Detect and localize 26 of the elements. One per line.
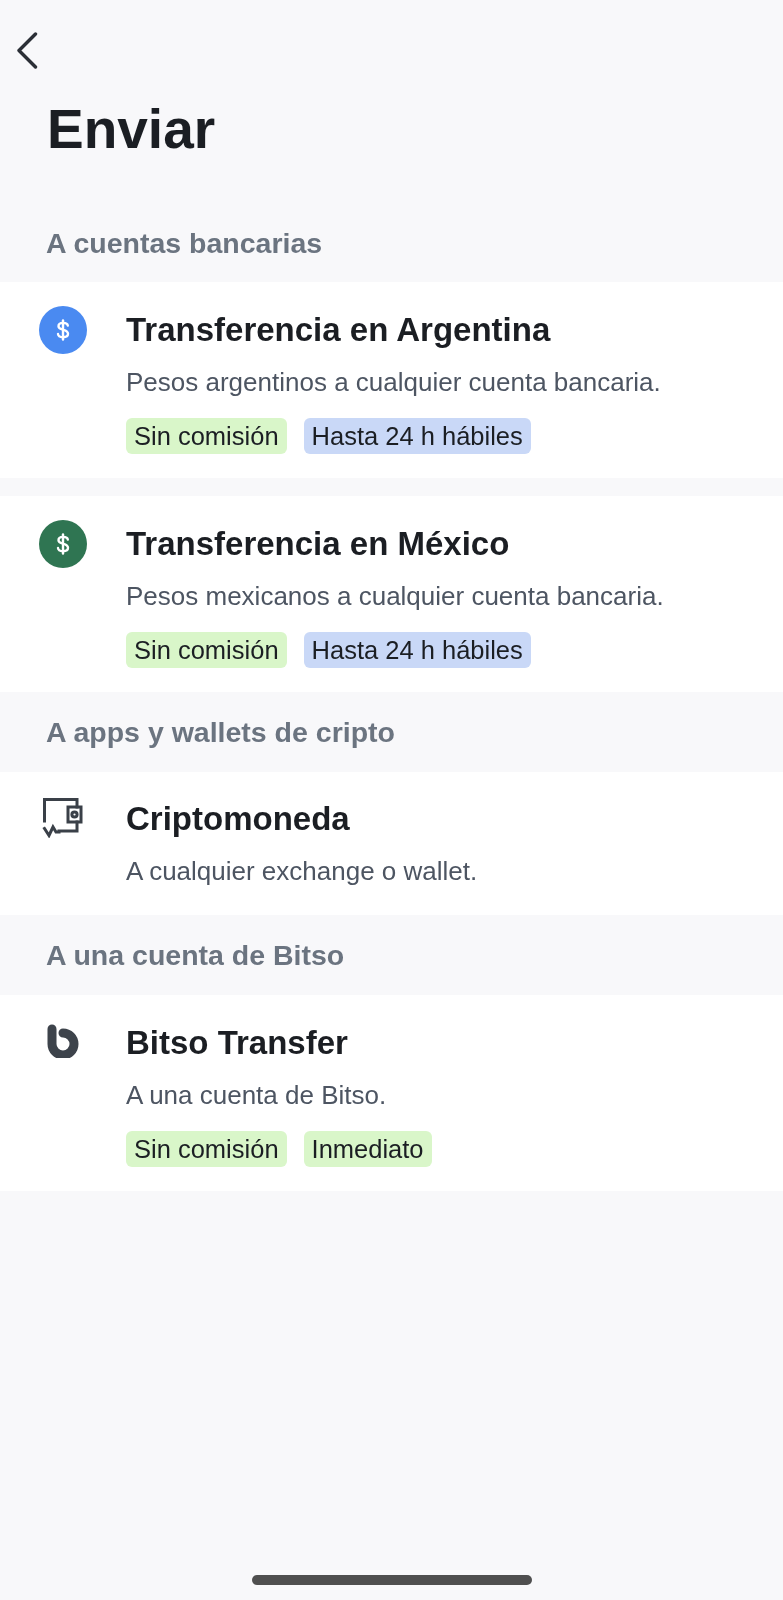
- tag: Sin comisión: [126, 632, 287, 668]
- tag: Sin comisión: [126, 1131, 287, 1167]
- back-button[interactable]: [16, 32, 38, 69]
- tag: Sin comisión: [126, 418, 287, 454]
- option-title: Transferencia en Argentina: [126, 310, 551, 350]
- option-description: Pesos mexicanos a cualquier cuenta bancaria.: [126, 580, 664, 613]
- logo-icon: [46, 1024, 80, 1058]
- section-heading: A una cuenta de Bitso: [46, 938, 345, 972]
- option-title: Bitso Transfer: [126, 1023, 348, 1063]
- tag: Hasta 24 h hábiles: [303, 632, 531, 668]
- chevron-left-icon: [16, 32, 38, 69]
- page-title: Enviar: [47, 97, 216, 161]
- option-description: A una cuenta de Bitso.: [126, 1079, 387, 1112]
- option-description: Pesos argentinos a cualquier cuenta bancaria.: [126, 366, 661, 399]
- option-title: Transferencia en México: [126, 524, 510, 564]
- option-card[interactable]: Bitso Transfer A una cuenta de Bitso. Sin comisión Inmediato: [0, 995, 783, 1191]
- tag: Inmediato: [303, 1131, 432, 1167]
- option-title: Criptomoneda: [126, 799, 350, 839]
- option-card[interactable]: Transferencia en Argentina Pesos argentinos a cualquier cuenta bancaria. Sin comisión Hasta 24 h hábiles: [0, 282, 783, 478]
- tag: Hasta 24 h hábiles: [303, 418, 531, 454]
- section-heading: A apps y wallets de cripto: [46, 715, 395, 749]
- wallet-pulse-icon: [42, 797, 84, 838]
- section-heading: A cuentas bancarias: [46, 226, 323, 260]
- option-card[interactable]: Transferencia en México Pesos mexicanos a cualquier cuenta bancaria. Sin comisión Hasta 24 h hábiles: [0, 496, 783, 692]
- option-description: A cualquier exchange o wallet.: [126, 855, 478, 888]
- option-card[interactable]: Criptomoneda A cualquier exchange o wallet.: [0, 772, 783, 915]
